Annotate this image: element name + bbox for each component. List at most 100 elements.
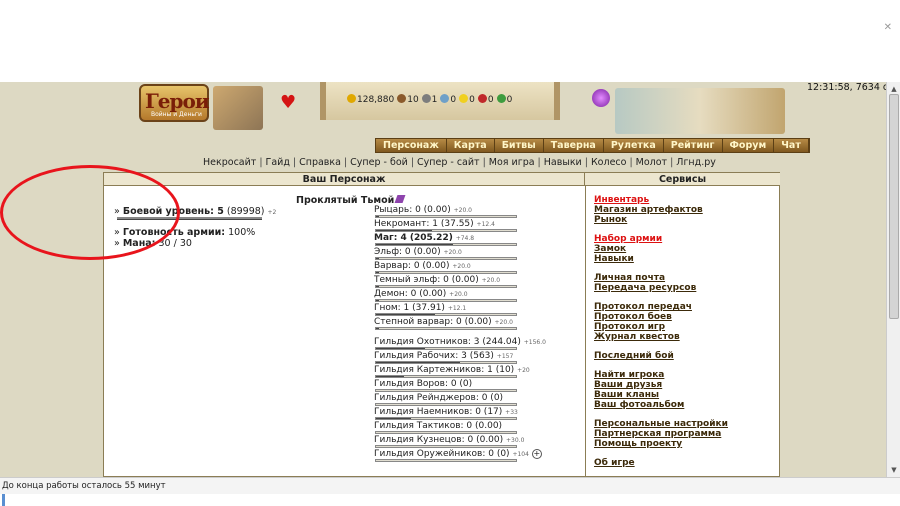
crystal-icon [477, 94, 487, 103]
quick-link[interactable]: Некросайт [203, 157, 256, 168]
scroll-thumb[interactable] [889, 94, 899, 319]
quick-link[interactable]: Молот [636, 157, 667, 168]
service-link[interactable]: Набор армии [594, 234, 728, 244]
skill-progress-fill [376, 348, 425, 349]
service-link[interactable]: Об игре [594, 458, 728, 468]
skill-name: Гильдия Рабочих: 3 (563) [374, 351, 494, 361]
service-link[interactable]: Персональные настройки [594, 419, 728, 429]
service-link[interactable]: Рынок [594, 215, 728, 225]
quick-link[interactable]: Навыки [544, 157, 582, 168]
skill-progress-fill [376, 314, 435, 315]
scroll-down-icon[interactable]: ▼ [889, 465, 899, 475]
add-guild-button[interactable]: + [531, 449, 542, 459]
flask-icon[interactable] [592, 89, 610, 107]
menu-item[interactable]: Персонаж [376, 139, 447, 152]
panel-divider [585, 186, 586, 477]
menu-item[interactable]: Рейтинг [663, 139, 723, 152]
skill-progress-fill [376, 244, 453, 245]
skill-row: Эльф: 0 (0.00) +20.0 [374, 247, 584, 261]
quick-link[interactable]: Супер - сайт [417, 157, 480, 168]
service-link[interactable]: Магазин артефактов [594, 205, 728, 215]
skill-name: Гильдия Оружейников: 0 (0) [374, 449, 510, 459]
resource-item: 0 [496, 94, 513, 105]
service-link[interactable]: Ваши друзья [594, 380, 728, 390]
service-link[interactable]: Журнал квестов [594, 332, 728, 342]
heart-icon[interactable]: ♥ [280, 92, 296, 113]
skill-bonus: +12.1 [447, 305, 467, 312]
skill-row: Маг: 4 (205.22) +74.8 [374, 233, 584, 247]
link-separator: | [537, 157, 541, 168]
quick-link[interactable]: Колесо [591, 157, 627, 168]
skill-progress-bar [375, 459, 517, 462]
skill-name: Гильдия Кузнецов: 0 (0.00) [374, 435, 504, 445]
skill-bonus: +157 [496, 353, 514, 360]
skill-progress-fill [376, 362, 460, 363]
menu-item[interactable]: Чат [774, 139, 809, 152]
resource-item: 1 [421, 94, 437, 105]
quick-link[interactable]: Моя игра [489, 157, 535, 168]
service-link[interactable]: Партнерская программа [594, 429, 728, 439]
skill-progress-bar [375, 313, 517, 316]
service-link[interactable]: Протокол игр [594, 322, 728, 332]
service-link[interactable]: Ваш фотоальбом [594, 400, 728, 410]
menu-item[interactable]: Форум [722, 139, 775, 152]
menu-item[interactable]: Таверна [543, 139, 604, 152]
skill-name: Степной варвар: 0 (0.00) [374, 317, 492, 327]
skill-name: Варвар: 0 (0.00) [374, 261, 450, 271]
main-panel: Ваш Персонаж Сервисы Проклятый Тьмой » Б… [103, 172, 780, 477]
quick-link[interactable]: Супер - бой [350, 157, 408, 168]
combat-level-bonus: +2 [267, 209, 277, 216]
close-icon[interactable]: ✕ [884, 22, 892, 33]
service-link[interactable]: Навыки [594, 254, 728, 264]
menu-item[interactable]: Карта [446, 139, 495, 152]
service-link[interactable]: Последний бой [594, 351, 728, 361]
skill-name: Некромант: 1 (37.55) [374, 219, 474, 229]
skill-progress-bar [375, 347, 517, 350]
services-list: Инвентарь Магазин артефактов Рынок Набор ар… [594, 195, 728, 468]
skill-progress-fill [376, 418, 411, 419]
logo[interactable]: Герои Войны и Деньги [139, 84, 210, 122]
character-panel-title: Ваш Персонаж [104, 173, 585, 186]
service-spacer [594, 225, 728, 234]
skill-bonus: +156.0 [523, 339, 546, 346]
skill-name: Гильдия Наемников: 0 (17) [374, 407, 503, 417]
quick-link[interactable]: Гайд [266, 157, 290, 168]
vertical-scrollbar[interactable]: ▲ ▼ [886, 82, 900, 477]
header-decoration [213, 86, 263, 130]
service-link[interactable]: Передача ресурсов [594, 283, 728, 293]
service-link[interactable]: Ваши кланы [594, 390, 728, 400]
skill-bonus: +20.0 [481, 277, 501, 284]
quick-link[interactable]: Справка [299, 157, 341, 168]
menu-item[interactable]: Рулетка [603, 139, 664, 152]
menu-item[interactable]: Битвы [494, 139, 544, 152]
service-link[interactable]: Инвентарь [594, 195, 728, 205]
resource-item: 128,880 [347, 94, 394, 105]
skill-progress-fill [376, 258, 379, 259]
skill-bonus: +104 [512, 451, 529, 458]
logo-subtitle: Войны и Деньги [151, 111, 202, 118]
skill-progress-bar [375, 445, 517, 448]
skill-row: Демон: 0 (0.00) +20.0 [374, 289, 584, 303]
service-link[interactable]: Протокол передач [594, 302, 728, 312]
service-link[interactable]: Помощь проекту [594, 439, 728, 449]
game-page: Герои Войны и Деньги ♥ 128,880 10 1 0 0 0 0 12… [0, 82, 886, 477]
skill-row: Рыцарь: 0 (0.00) +20.0 [374, 205, 584, 219]
service-link[interactable]: Найти игрока [594, 370, 728, 380]
service-link[interactable]: Замок [594, 244, 728, 254]
header-castle-image [615, 88, 785, 134]
army-readiness-value: 100% [228, 227, 256, 238]
resource-value: 0 [506, 95, 513, 105]
server-clock: 12:31:58, 7634 online [807, 82, 886, 93]
service-link[interactable]: Личная почта [594, 273, 728, 283]
skill-progress-bar [375, 229, 517, 232]
quick-link[interactable]: Лгнд.ру [676, 157, 716, 168]
skill-bonus: +33 [505, 409, 518, 416]
game-header: Герои Войны и Деньги ♥ 128,880 10 1 0 0 0 0 12… [135, 82, 886, 153]
skill-progress-bar [375, 271, 517, 274]
skill-name: Рыцарь: 0 (0.00) [374, 205, 451, 215]
service-link[interactable]: Протокол боев [594, 312, 728, 322]
skills-list: Рыцарь: 0 (0.00) +20.0 Некромант: 1 (37.5… [374, 205, 584, 463]
scroll-up-icon[interactable]: ▲ [889, 84, 899, 94]
skill-row: Гильдия Оружейников: 0 (0) +104 + [374, 449, 584, 463]
skill-progress-bar [375, 299, 517, 302]
